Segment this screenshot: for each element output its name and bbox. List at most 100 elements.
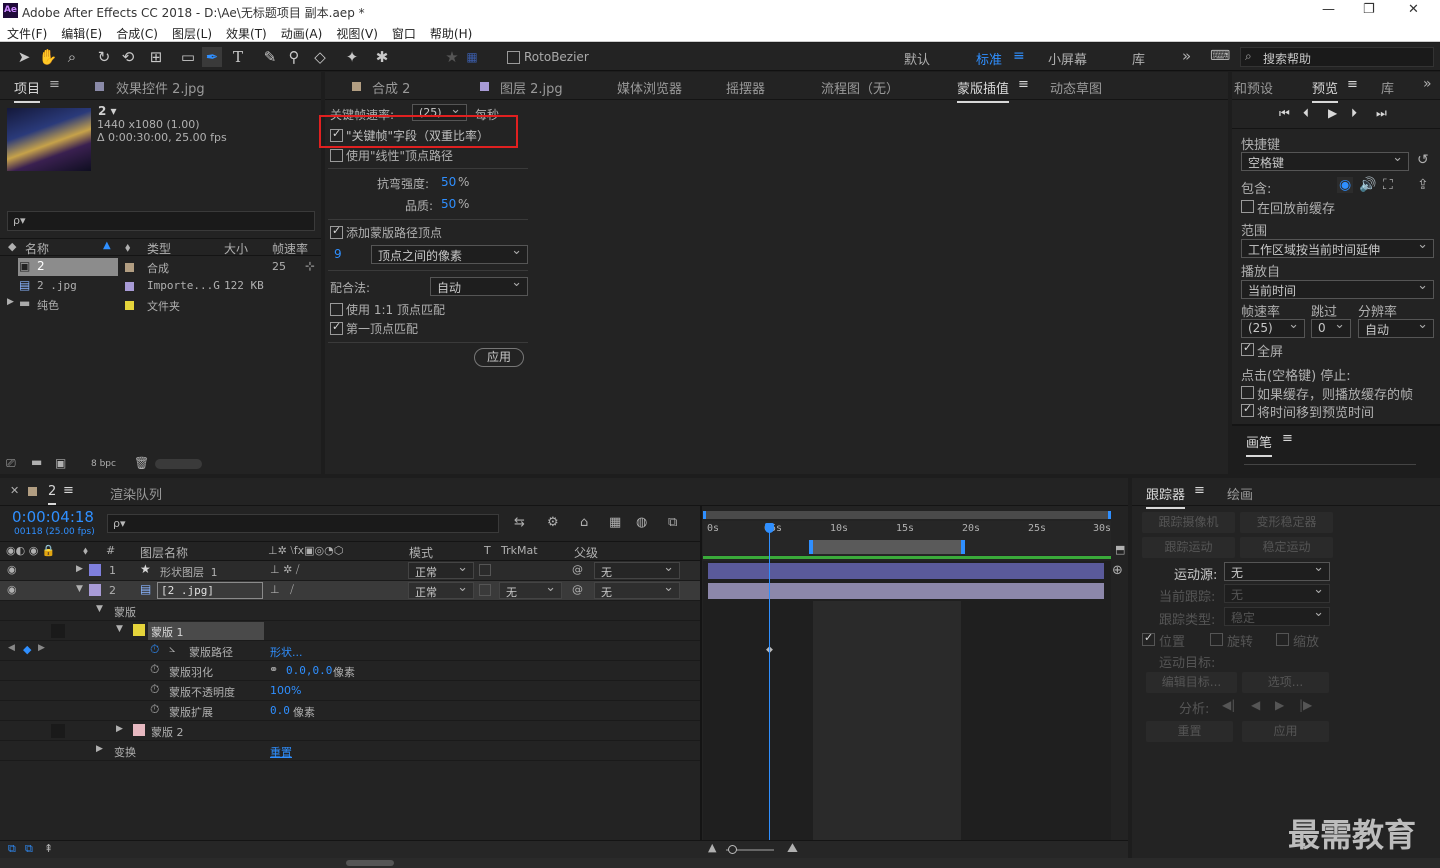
minimize-icon[interactable]: —	[1322, 2, 1335, 17]
menu-effect[interactable]: 效果(T)	[219, 22, 274, 42]
track-camera-button[interactable]: 跟踪摄像机	[1142, 512, 1235, 533]
parent-select[interactable]: 无	[594, 560, 680, 579]
trkmat-select[interactable]: 无	[499, 580, 562, 599]
tab-mask-interpolation[interactable]: 蒙版插值	[957, 78, 1010, 103]
layer-name[interactable]: 形状图层 1	[160, 564, 217, 580]
column-name[interactable]: 名称	[25, 240, 49, 257]
tab-tracker[interactable]: 跟踪器	[1146, 484, 1186, 509]
layer-mode-select[interactable]: 正常	[408, 580, 474, 599]
overflow-icon[interactable]: »	[1423, 76, 1432, 92]
flowchart-icon[interactable]: ⊹	[305, 259, 315, 273]
workspace-overflow-icon[interactable]: »	[1182, 47, 1191, 65]
vertex-count-value[interactable]: 9	[334, 247, 342, 261]
menu-edit[interactable]: 编辑(E)	[54, 22, 109, 42]
analyze-back-step-icon[interactable]: ◀|	[1222, 698, 1235, 712]
tab-motion-sketch[interactable]: 动态草图	[1050, 78, 1102, 97]
mask2-name[interactable]: 蒙版 2	[151, 724, 184, 740]
constrain-link-icon[interactable]: ⚭	[269, 663, 278, 676]
column-trkmat[interactable]: TrkMat	[501, 544, 538, 557]
rotate-tool-icon[interactable]: ↻	[94, 47, 114, 67]
frame-rate-select[interactable]: (25)	[1241, 317, 1305, 338]
analyze-forward-step-icon[interactable]: |▶	[1299, 698, 1312, 712]
time-navigator-range[interactable]	[703, 511, 1111, 519]
one-to-one-checkbox[interactable]	[330, 303, 343, 316]
eraser-tool-icon[interactable]: ◇	[310, 47, 330, 67]
add-vertices-checkbox[interactable]	[330, 224, 343, 239]
zoom-slider-handle[interactable]	[728, 845, 737, 854]
menu-layer[interactable]: 图层(L)	[165, 22, 219, 42]
pen-tool-icon[interactable]: ✒	[202, 47, 222, 67]
lock-slot[interactable]	[51, 724, 65, 738]
keyframe-diamond-icon[interactable]: ◆	[23, 643, 31, 656]
playhead-line[interactable]	[769, 525, 770, 858]
column-mode[interactable]: 模式	[409, 544, 433, 561]
property-row[interactable]: ⏱ 蒙版不透明度 100%	[0, 681, 700, 701]
trkmat-toggle[interactable]	[479, 584, 491, 596]
linear-vertex-checkbox[interactable]	[330, 149, 343, 162]
analyze-back-icon[interactable]: ◀	[1251, 698, 1260, 712]
tab-paint[interactable]: 绘画	[1227, 484, 1253, 503]
layer-name[interactable]: [2 .jpg]	[157, 582, 263, 599]
graph-editor-icon[interactable]: ⧉	[668, 515, 677, 530]
type-tool-icon[interactable]: T	[228, 47, 248, 67]
snap-icon[interactable]: ▦	[462, 47, 482, 67]
scale-checkbox[interactable]	[1276, 633, 1289, 646]
options-button[interactable]: 选项...	[1242, 672, 1329, 693]
playhead-handle[interactable]	[765, 523, 774, 533]
column-layer-name[interactable]: 图层名称	[140, 544, 188, 561]
edit-target-button[interactable]: 编辑目标...	[1146, 672, 1237, 693]
in-out-toggle-icon[interactable]: ⇞	[44, 842, 53, 855]
resolution-select[interactable]: 自动	[1358, 317, 1434, 338]
layer-label-swatch[interactable]	[89, 584, 101, 596]
expansion-value[interactable]: 0.0	[270, 704, 290, 717]
export-icon[interactable]: ⇪	[1417, 177, 1429, 193]
column-size[interactable]: 大小	[224, 240, 248, 257]
tab-brush[interactable]: 画笔	[1246, 432, 1273, 457]
stopwatch-icon[interactable]: ⏱	[150, 702, 159, 717]
tab-composition[interactable]: 合成 2	[372, 78, 410, 97]
selection-tool-icon[interactable]: ➤	[14, 47, 34, 67]
stopwatch-icon[interactable]: ⏱	[150, 682, 159, 697]
motion-blur-icon[interactable]: ◍	[636, 515, 647, 530]
transform-reset-link[interactable]: 重置	[270, 744, 292, 760]
close-icon[interactable]: ✕	[1408, 2, 1419, 17]
keyframe-nav-next-icon[interactable]: ▶	[38, 643, 45, 653]
track-motion-button[interactable]: 跟踪运动	[1142, 537, 1235, 558]
overlay-icon[interactable]: ⛶	[1383, 177, 1393, 193]
layer1-duration-bar[interactable]	[708, 563, 1104, 579]
column-fps[interactable]: 帧速率	[272, 240, 308, 257]
tab-render-queue[interactable]: 渲染队列	[110, 484, 162, 503]
menu-view[interactable]: 视图(V)	[329, 22, 385, 42]
play-icon[interactable]: ▶	[1328, 106, 1337, 120]
clone-stamp-tool-icon[interactable]: ⚲	[284, 47, 304, 67]
keyframe-nav-prev-icon[interactable]: ◀	[8, 643, 15, 653]
expand-arrow-icon[interactable]: ▶	[76, 564, 83, 574]
property-row[interactable]: ▼ 蒙版	[0, 601, 700, 621]
menu-help[interactable]: 帮助(H)	[423, 22, 479, 42]
tab-effect-controls[interactable]: 效果控件 2.jpg	[116, 78, 205, 97]
tab-flowchart[interactable]: 流程图（无）	[821, 78, 899, 97]
camera-tool-icon[interactable]: ⟲	[118, 47, 138, 67]
rotobezier-checkbox[interactable]	[507, 51, 520, 64]
next-frame-icon[interactable]: ⏵	[1351, 106, 1357, 121]
new-folder-icon[interactable]: ▬	[31, 455, 42, 469]
bend-resistance-value[interactable]: 50	[441, 175, 456, 189]
pickwhip-icon[interactable]: @	[572, 583, 583, 596]
layer-mode-select[interactable]: 正常	[408, 560, 474, 579]
property-row[interactable]: ▶ 变换 重置	[0, 741, 700, 761]
menu-composition[interactable]: 合成(C)	[109, 22, 165, 42]
current-track-select[interactable]: 无	[1224, 582, 1330, 603]
property-row[interactable]: ▼ 蒙版 1	[0, 621, 700, 641]
feather-value[interactable]: 0.0,0.0	[286, 664, 332, 677]
time-navigator[interactable]	[703, 511, 1111, 519]
project-search-input[interactable]: ρ▾	[7, 211, 315, 231]
visibility-eye-icon[interactable]: ◉	[7, 563, 17, 576]
collapse-arrow-icon[interactable]: ▼	[76, 584, 83, 594]
tab-layer[interactable]: 图层 2.jpg	[500, 78, 563, 97]
project-row[interactable]: ▶ ▬ 纯色 文件夹	[0, 296, 321, 315]
pan-behind-tool-icon[interactable]: ⊞	[146, 47, 166, 67]
track-area[interactable]: ◆	[703, 561, 1111, 841]
menu-file[interactable]: 文件(F)	[0, 22, 54, 42]
current-timecode[interactable]: 0:00:04:18	[12, 508, 94, 526]
expand-arrow-icon[interactable]: ▶	[96, 744, 103, 754]
